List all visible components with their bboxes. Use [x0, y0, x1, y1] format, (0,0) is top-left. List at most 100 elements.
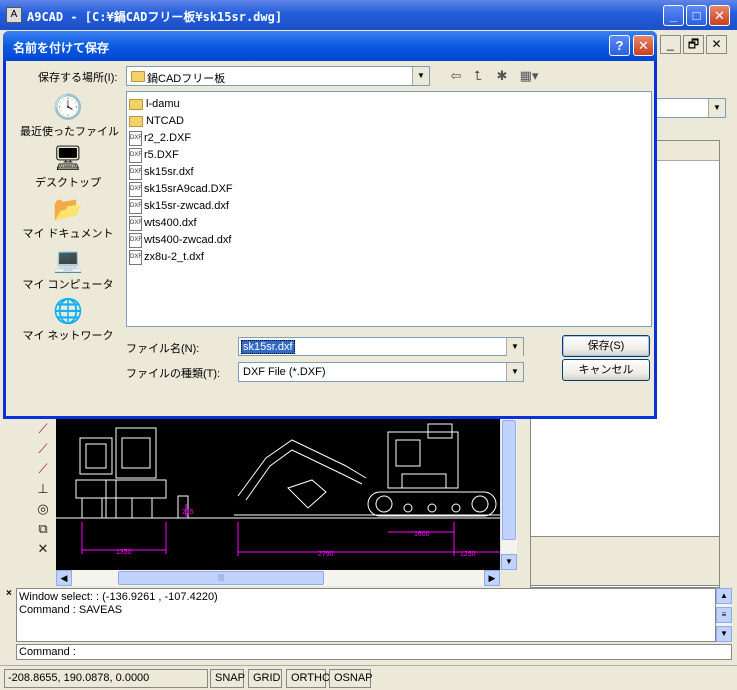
filetype-label: ファイルの種類(T):	[126, 368, 221, 380]
list-item[interactable]: NTCAD	[129, 113, 649, 130]
snap-button[interactable]: SNAP	[210, 669, 245, 688]
cancel-button[interactable]: キャンセル	[562, 359, 650, 381]
chevron-down-icon[interactable]: ▼	[412, 67, 429, 85]
dialog-close-button[interactable]: ✕	[633, 35, 654, 56]
ortho-button[interactable]: ORTHO	[286, 669, 331, 688]
scroll-up-icon[interactable]: ▲	[716, 588, 732, 604]
place-my-documents[interactable]: 📂 マイ ドキュメント	[20, 195, 116, 245]
file-name: sk15sr-zwcad.dxf	[144, 200, 229, 212]
doc-close-button[interactable]: ✕	[706, 35, 727, 54]
dim-label-3: 2790	[318, 551, 334, 558]
place-label: マイ コンピュータ	[22, 279, 114, 291]
polyline-tool-icon[interactable]: ⟋	[34, 440, 52, 458]
command-scrollbar[interactable]: ▲ ≡ ▼	[716, 588, 732, 642]
command-history-line: Window select: : (-136.9261 , -107.4220)	[19, 591, 218, 603]
dxf-file-icon: DXF	[129, 165, 142, 180]
draw-toolbar: ⟋ ⟋ ⟋ ⊥ ◎ ⧉ ✕	[30, 418, 56, 588]
filetype-combo[interactable]: DXF File (*.DXF) ▼	[238, 362, 524, 382]
grid-button[interactable]: GRID	[248, 669, 282, 688]
dim-label-1: 1350	[116, 549, 132, 556]
chevron-down-icon[interactable]: ▼	[506, 363, 523, 381]
close-button[interactable]: ✕	[709, 5, 730, 26]
list-item[interactable]: DXF sk15sr.dxf	[129, 164, 649, 181]
app-icon[interactable]: A	[6, 7, 22, 23]
filename-value[interactable]: sk15sr.dxf	[241, 340, 295, 354]
scroll-down-icon[interactable]: ▼	[501, 554, 517, 570]
command-input[interactable]: Command :	[16, 644, 732, 660]
dim-label-4: 1600	[414, 531, 430, 538]
block-tool-icon[interactable]: ⧉	[34, 520, 52, 538]
dxf-file-icon: DXF	[129, 131, 142, 146]
doc-restore-button[interactable]: 🗗	[683, 35, 704, 54]
list-item[interactable]: DXF sk15srA9cad.DXF	[129, 181, 649, 198]
scroll-down-icon[interactable]: ▼	[716, 626, 732, 642]
folder-icon	[129, 116, 143, 127]
places-bar: 🕓 最近使ったファイル 🖥 デスクトップ 📂 マイ ドキュメント 💻 マイ コン…	[20, 93, 119, 353]
help-button[interactable]: ?	[609, 35, 630, 56]
back-icon[interactable]: ⇦	[446, 67, 466, 85]
excavator-front-view	[75, 427, 189, 519]
place-label: マイ ネットワーク	[22, 330, 114, 342]
dimension-lines	[81, 504, 500, 556]
cross-tool-icon[interactable]: ✕	[34, 540, 52, 558]
doc-minimize-button[interactable]: _	[660, 35, 681, 54]
chevron-down-icon[interactable]: ▼	[708, 99, 725, 117]
horizontal-scroll-thumb[interactable]: |||	[118, 571, 324, 585]
canvas-horizontal-scrollbar[interactable]: ◀ ||| ▶	[56, 570, 500, 586]
command-history[interactable]: Window select: : (-136.9261 , -107.4220)…	[16, 588, 716, 642]
place-recent[interactable]: 🕓 最近使ったファイル	[20, 93, 119, 143]
view-menu-icon[interactable]: ▦▾	[516, 67, 542, 85]
list-item[interactable]: l-damu	[129, 96, 649, 113]
place-my-computer[interactable]: 💻 マイ コンピュータ	[20, 246, 116, 296]
dialog-titlebar[interactable]: 名前を付けて保存 ? ✕	[3, 31, 657, 61]
drawing-canvas[interactable]: 1350 215 2790 1600 1250	[56, 418, 500, 570]
maximize-button[interactable]: □	[686, 5, 707, 26]
canvas-vertical-scrollbar[interactable]: ▼	[500, 418, 517, 570]
file-name: zx8u-2_t.dxf	[144, 251, 204, 263]
my-computer-icon: 💻	[53, 247, 83, 274]
osnap-button[interactable]: OSNAP	[329, 669, 373, 688]
save-in-value: 鍋CADフリー板	[147, 73, 226, 85]
save-button[interactable]: 保存(S)	[562, 335, 650, 357]
place-desktop[interactable]: 🖥 デスクトップ	[20, 144, 116, 194]
command-area: × Window select: : (-136.9261 , -107.422…	[4, 588, 737, 666]
dxf-file-icon: DXF	[129, 216, 142, 231]
file-name: wts400.dxf	[144, 217, 197, 229]
scroll-right-icon[interactable]: ▶	[484, 570, 500, 586]
scroll-thumb[interactable]: ≡	[716, 607, 732, 623]
line-tool-icon[interactable]: ⟋	[34, 420, 52, 438]
drawing-svg: 1350 215 2790 1600 1250	[56, 423, 500, 558]
dialog-title: 名前を付けて保存	[13, 41, 110, 55]
folder-icon	[129, 99, 143, 110]
filename-field[interactable]: sk15sr.dxf ▼	[238, 337, 524, 356]
minimize-button[interactable]: _	[663, 5, 684, 26]
dim-label-5: 1250	[460, 551, 476, 558]
list-item[interactable]: DXF wts400.dxf	[129, 215, 649, 232]
place-label: デスクトップ	[35, 177, 101, 189]
list-item[interactable]: DXF r2_2.DXF	[129, 130, 649, 147]
vertical-scroll-thumb[interactable]	[502, 420, 516, 540]
list-item[interactable]: DXF wts400-zwcad.dxf	[129, 232, 649, 249]
place-my-network[interactable]: 🌐 マイ ネットワーク	[20, 297, 116, 347]
list-item[interactable]: DXF sk15sr-zwcad.dxf	[129, 198, 649, 215]
new-folder-icon[interactable]: ✱	[492, 67, 512, 85]
perpendicular-tool-icon[interactable]: ⊥	[34, 480, 52, 498]
my-network-icon: 🌐	[53, 298, 83, 325]
desktop-icon: 🖥	[52, 145, 84, 172]
file-name: NTCAD	[146, 115, 184, 127]
up-folder-icon[interactable]: ⮤	[468, 67, 488, 85]
file-list[interactable]: l-damu NTCAD DXF r2_2.DXF DXF r5.DXF DXF sk…	[126, 91, 652, 327]
command-close-icon[interactable]: ×	[6, 588, 12, 599]
chevron-down-icon[interactable]: ▼	[506, 338, 523, 356]
list-item[interactable]: DXF r5.DXF	[129, 147, 649, 164]
dxf-file-icon: DXF	[129, 148, 142, 163]
list-item[interactable]: DXF zx8u-2_t.dxf	[129, 249, 649, 266]
ray-tool-icon[interactable]: ⟋	[34, 460, 52, 478]
scroll-left-icon[interactable]: ◀	[56, 570, 72, 586]
filetype-value: DXF File (*.DXF)	[243, 366, 326, 378]
properties-footer	[530, 536, 720, 586]
save-in-combo[interactable]: 鍋CADフリー板 ▼	[126, 66, 430, 86]
recent-documents-icon: 🕓	[53, 94, 83, 121]
circle-tool-icon[interactable]: ◎	[34, 500, 52, 518]
dxf-file-icon: DXF	[129, 182, 142, 197]
